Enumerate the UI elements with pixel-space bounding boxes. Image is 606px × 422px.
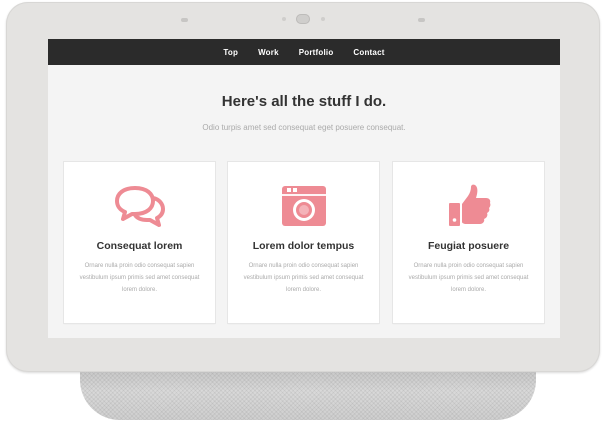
chat-bubbles-icon [64, 184, 215, 228]
feature-card: Feugiat posuere Ornare nulla proin odio … [393, 162, 544, 323]
feature-text: Ornare nulla proin odio consequat sapien… [243, 263, 364, 293]
nav-link-top[interactable]: Top [223, 48, 238, 57]
thumbs-up-icon [393, 184, 544, 228]
sensor-dot [282, 17, 286, 21]
device-stand [80, 372, 536, 420]
feature-title: Lorem dolor tempus [252, 240, 355, 252]
page-subtitle: Odio turpis amet sed consequat eget posu… [202, 123, 406, 132]
page-title: Here's all the stuff I do. [221, 93, 387, 110]
top-nav: Top Work Portfolio Contact [48, 39, 560, 65]
nav-link-contact[interactable]: Contact [353, 48, 384, 57]
camera-lens [296, 14, 310, 24]
sensor-dot [181, 18, 188, 22]
feature-title: Feugiat posuere [427, 240, 510, 252]
feature-card: Lorem dolor tempus Ornare nulla proin od… [228, 162, 379, 323]
camera-icon [228, 184, 379, 228]
sensor-dot [418, 18, 425, 22]
feature-card: Consequat lorem Ornare nulla proin odio … [64, 162, 215, 323]
sensor-dot [321, 17, 325, 21]
feature-text: Ornare nulla proin odio consequat sapien… [408, 263, 529, 293]
feature-text: Ornare nulla proin odio consequat sapien… [79, 263, 200, 293]
device-screen: Top Work Portfolio Contact Here's all th… [48, 39, 560, 338]
nav-link-work[interactable]: Work [258, 48, 279, 57]
feature-title: Consequat lorem [96, 240, 183, 252]
nav-link-portfolio[interactable]: Portfolio [299, 48, 334, 57]
